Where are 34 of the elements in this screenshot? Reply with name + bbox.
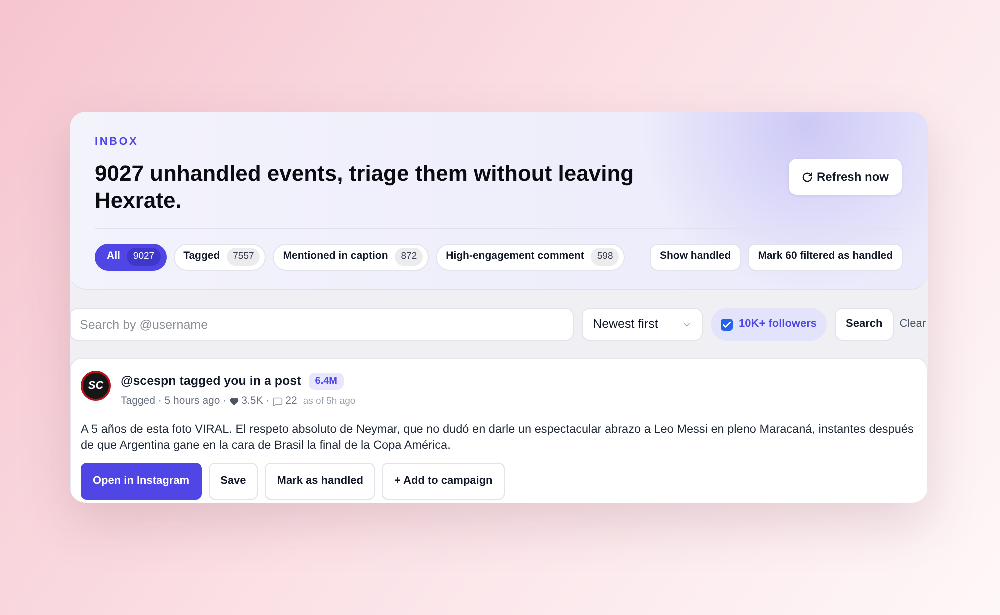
heart-icon bbox=[230, 397, 239, 406]
filter-chip[interactable]: Mentioned in caption 872 bbox=[273, 244, 430, 270]
action-button[interactable]: Save bbox=[208, 462, 258, 500]
timestamp: as of 5h ago bbox=[303, 394, 356, 408]
likes-count: 3.5K · bbox=[242, 394, 270, 409]
refresh-icon bbox=[802, 172, 813, 182]
count-badge: 9027 bbox=[127, 248, 161, 266]
clear-button[interactable]: Clear bbox=[900, 316, 926, 333]
event-text: A 5 años de esta foto VIRAL. El respeto absoluto de Neymar, que no dudó en darle un espectacular abrazo a Leo Messi en pleno Maracaná, instantes después de que Argentina gane en la cara de Brasil la final de la Copa América. bbox=[81, 420, 915, 452]
count-badge: 7557 bbox=[227, 248, 260, 266]
eyebrow-label: INBOX bbox=[95, 135, 139, 150]
action-button[interactable]: Open in Instagram bbox=[81, 462, 202, 500]
sort-select[interactable]: Newest first bbox=[582, 308, 704, 341]
reach-badge: 6.4M bbox=[309, 372, 344, 390]
filter-chip[interactable]: All 9027 bbox=[95, 244, 167, 270]
search-field[interactable]: Search by @username bbox=[70, 308, 574, 341]
action-button[interactable]: + Add to campaign bbox=[382, 462, 505, 500]
comments-count: 22 bbox=[286, 394, 298, 409]
page-title: 9027 unhandled events, triage them without leaving Hexrate. bbox=[95, 160, 636, 214]
comment-icon bbox=[272, 396, 283, 407]
checkbox[interactable] bbox=[721, 318, 734, 330]
bulk-action-button[interactable]: Mark 60 filtered as handled bbox=[748, 244, 903, 270]
avatar: SC bbox=[81, 371, 111, 401]
filter-chip[interactable]: Tagged 7557 bbox=[174, 244, 266, 270]
event-title: @scespn tagged you in a post bbox=[121, 373, 302, 390]
refresh-button[interactable]: Refresh now bbox=[788, 159, 902, 195]
search-button[interactable]: Search bbox=[835, 308, 894, 341]
followers-filter[interactable]: 10K+ followers bbox=[711, 308, 827, 341]
bulk-action-button[interactable]: Show handled bbox=[650, 244, 742, 270]
filter-chip[interactable]: High-engagement comment 598 bbox=[436, 244, 626, 270]
count-badge: 872 bbox=[395, 248, 424, 266]
action-button[interactable]: Mark as handled bbox=[265, 462, 376, 500]
event-meta: Tagged · 5 hours ago · bbox=[121, 394, 227, 409]
count-badge: 598 bbox=[591, 248, 620, 266]
